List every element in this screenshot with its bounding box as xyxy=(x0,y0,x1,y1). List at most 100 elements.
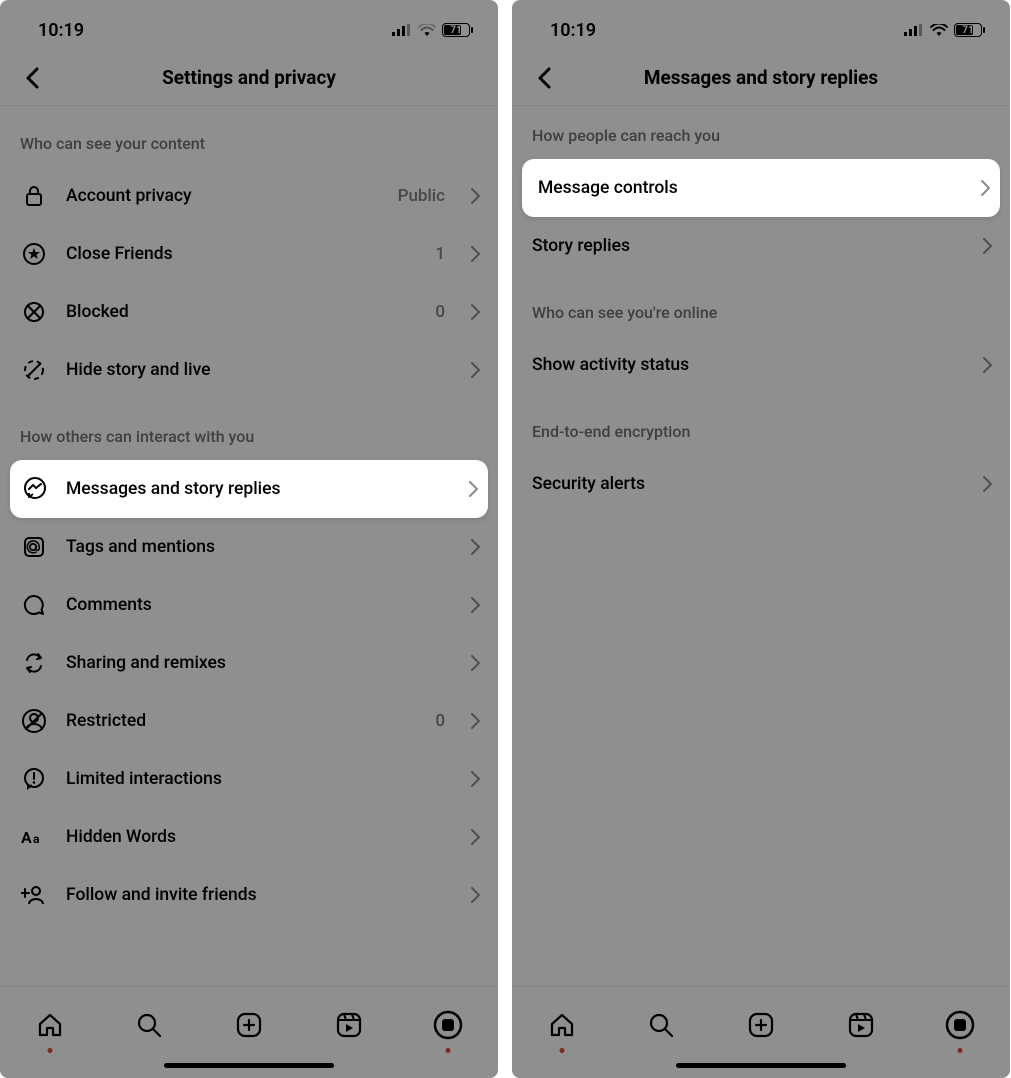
row-security-alerts[interactable]: Security alerts xyxy=(512,455,1010,513)
mention-icon xyxy=(20,535,48,559)
row-story-replies[interactable]: Story replies xyxy=(512,217,1010,275)
row-comments[interactable]: Comments xyxy=(0,576,498,634)
row-label: Close Friends xyxy=(66,244,417,264)
tab-reels[interactable] xyxy=(839,1003,883,1047)
row-label: Blocked xyxy=(66,302,417,322)
row-label: Show activity status xyxy=(532,355,965,375)
row-blocked[interactable]: Blocked 0 xyxy=(0,283,498,341)
chevron-right-icon xyxy=(981,180,990,196)
row-hidden-words[interactable]: Aa Hidden Words xyxy=(0,808,498,866)
row-limited-interactions[interactable]: Limited interactions xyxy=(0,750,498,808)
chevron-right-icon xyxy=(471,597,480,613)
row-activity-status[interactable]: Show activity status xyxy=(512,336,1010,394)
battery-percent: 71 xyxy=(955,25,981,36)
row-label: Account privacy xyxy=(66,186,380,206)
row-value: 1 xyxy=(435,244,445,264)
row-label: Hidden Words xyxy=(66,827,453,847)
status-right: 71 xyxy=(904,23,982,37)
back-button[interactable] xyxy=(526,60,562,96)
chevron-right-icon xyxy=(983,238,992,254)
profile-icon xyxy=(433,1010,463,1040)
row-restricted[interactable]: Restricted 0 xyxy=(0,692,498,750)
messages-content: How people can reach you Message control… xyxy=(512,106,1010,986)
chevron-right-icon xyxy=(471,771,480,787)
back-button[interactable] xyxy=(14,60,50,96)
aa-icon: Aa xyxy=(20,827,48,847)
settings-content: Who can see your content Account privacy… xyxy=(0,106,498,986)
row-label: Sharing and remixes xyxy=(66,653,453,673)
page-title: Settings and privacy xyxy=(162,66,336,89)
page-title: Messages and story replies xyxy=(644,66,878,89)
svg-text:a: a xyxy=(33,832,40,846)
search-icon xyxy=(647,1011,675,1039)
tab-home[interactable] xyxy=(540,1003,584,1047)
row-label: Follow and invite friends xyxy=(66,885,453,905)
status-time: 10:19 xyxy=(550,20,596,41)
chevron-right-icon xyxy=(471,362,480,378)
row-follow-invite[interactable]: Follow and invite friends xyxy=(0,866,498,924)
row-label: Security alerts xyxy=(532,474,965,494)
chevron-left-icon xyxy=(25,67,39,89)
limited-icon xyxy=(20,767,48,791)
notification-dot xyxy=(559,1048,564,1053)
chevron-right-icon xyxy=(983,476,992,492)
row-messages-story-replies[interactable]: Messages and story replies xyxy=(10,460,488,518)
status-time: 10:19 xyxy=(38,20,84,41)
reels-icon xyxy=(335,1011,363,1039)
search-icon xyxy=(135,1011,163,1039)
tab-reels[interactable] xyxy=(327,1003,371,1047)
home-indicator xyxy=(164,1063,334,1068)
cellular-icon xyxy=(392,24,412,36)
status-right: 71 xyxy=(392,23,470,37)
row-label: Comments xyxy=(66,595,453,615)
chevron-right-icon xyxy=(471,188,480,204)
chevron-right-icon xyxy=(983,357,992,373)
row-sharing-remixes[interactable]: Sharing and remixes xyxy=(0,634,498,692)
chevron-right-icon xyxy=(471,246,480,262)
tab-search[interactable] xyxy=(639,1003,683,1047)
chevron-right-icon xyxy=(471,539,480,555)
restricted-icon xyxy=(20,709,48,733)
row-value: 0 xyxy=(435,302,445,322)
chevron-right-icon xyxy=(469,481,478,497)
nav-header: Messages and story replies xyxy=(512,50,1010,106)
chevron-right-icon xyxy=(471,304,480,320)
plus-square-icon xyxy=(235,1011,263,1039)
row-close-friends[interactable]: Close Friends 1 xyxy=(0,225,498,283)
tab-home[interactable] xyxy=(28,1003,72,1047)
comment-icon xyxy=(20,593,48,617)
section-header-reach: How people can reach you xyxy=(512,106,1010,159)
tab-search[interactable] xyxy=(127,1003,171,1047)
block-icon xyxy=(20,300,48,324)
chevron-right-icon xyxy=(471,655,480,671)
row-tags-mentions[interactable]: Tags and mentions xyxy=(0,518,498,576)
tab-bar xyxy=(0,986,498,1078)
tab-create[interactable] xyxy=(739,1003,783,1047)
phone-screen-messages: 10:19 71 Messages and story replies How … xyxy=(512,0,1010,1078)
tab-profile[interactable] xyxy=(426,1003,470,1047)
battery-icon: 71 xyxy=(442,23,470,37)
wifi-icon xyxy=(930,24,948,37)
status-bar: 10:19 71 xyxy=(512,0,1010,50)
tab-create[interactable] xyxy=(227,1003,271,1047)
row-value: Public xyxy=(398,186,445,206)
status-bar: 10:19 71 xyxy=(0,0,498,50)
row-label: Hide story and live xyxy=(66,360,453,380)
row-message-controls[interactable]: Message controls xyxy=(522,159,1000,217)
reels-icon xyxy=(847,1011,875,1039)
follow-invite-icon xyxy=(20,883,48,907)
wifi-icon xyxy=(418,24,436,37)
row-hide-story[interactable]: Hide story and live xyxy=(0,341,498,399)
hide-story-icon xyxy=(20,358,48,382)
notification-dot xyxy=(47,1048,52,1053)
cellular-icon xyxy=(904,24,924,36)
home-icon xyxy=(548,1011,576,1039)
profile-icon xyxy=(945,1010,975,1040)
chevron-right-icon xyxy=(471,829,480,845)
row-account-privacy[interactable]: Account privacy Public xyxy=(0,167,498,225)
plus-square-icon xyxy=(747,1011,775,1039)
notification-dot xyxy=(446,1048,451,1053)
tab-profile[interactable] xyxy=(938,1003,982,1047)
section-header-e2e: End-to-end encryption xyxy=(512,394,1010,455)
row-label: Tags and mentions xyxy=(66,537,453,557)
